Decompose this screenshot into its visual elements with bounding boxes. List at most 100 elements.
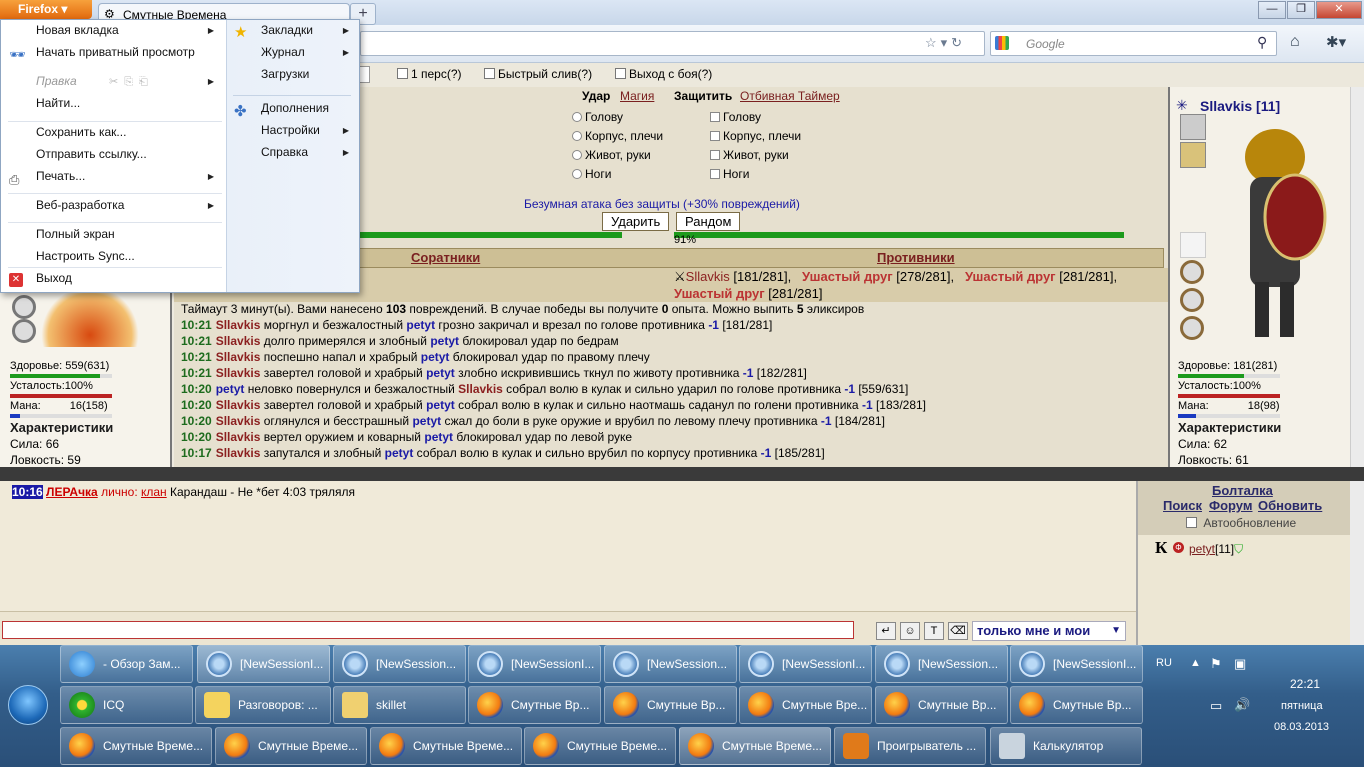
taskbar-button[interactable]: Смутные Вр... [604,686,737,724]
start-button[interactable] [8,685,48,725]
log-actor[interactable]: Sllavkis [216,398,261,412]
ring-icon[interactable] [12,319,36,343]
google-icon[interactable] [995,36,1009,50]
menu-item[interactable]: Начать приватный просмотр [36,45,222,65]
attack-zone-legs[interactable]: Ноги [572,165,663,184]
taskbar-button[interactable]: [NewSessionI... [468,645,601,683]
menu-item[interactable]: Справка ▶ [261,145,353,165]
option-exit-battle[interactable]: Выход с боя(?) [615,67,712,81]
taskbar-button[interactable]: skillet [333,686,466,724]
home-icon[interactable]: ⌂ [1290,33,1300,51]
attack-zone-belly[interactable]: Живот, руки [572,146,663,165]
firefox-menu-button[interactable]: Firefox ▾ [0,0,92,19]
log-target[interactable]: petyt [421,350,450,364]
menu-item[interactable]: Настроить Sync... [36,249,222,269]
bookmark-star-icon[interactable]: ☆▾↻ [925,35,966,51]
log-actor[interactable]: Sllavkis [216,366,261,380]
option-fast-drain[interactable]: Быстрый слив(?) [484,67,592,81]
log-target[interactable]: Sllavkis [458,382,503,396]
language-indicator[interactable]: RU [1156,657,1172,669]
random-button[interactable]: Рандом [676,212,741,231]
magic-link[interactable]: Магия [620,89,654,103]
chat-input[interactable] [2,621,854,639]
menu-item[interactable]: Выход [36,271,222,291]
ring-icon[interactable] [1180,288,1204,312]
search-link[interactable]: Поиск [1163,498,1202,513]
log-actor[interactable]: Sllavkis [216,414,261,428]
menu-item[interactable]: Полный экран [36,227,222,247]
taskbar-button[interactable]: [NewSessionI... [739,645,872,683]
hit-button[interactable]: Ударить [602,212,670,231]
fighter-name[interactable]: Ушастый друг [674,286,765,301]
close-window-button[interactable]: ✕ [1316,1,1362,19]
volume-icon[interactable]: 🔊 [1234,697,1250,713]
log-target[interactable]: petyt [430,334,459,348]
enemies-header[interactable]: Противники [877,250,955,265]
log-target[interactable]: petyt [424,430,453,444]
taskbar-button[interactable]: - Обзор Зам... [60,645,193,683]
chat-sender[interactable]: ЛЕРАчка [46,485,98,499]
chat-title-link[interactable]: Болталка [1212,483,1273,498]
log-target[interactable]: petyt [412,414,441,428]
battle-scrollbar[interactable] [1350,87,1364,467]
log-actor[interactable]: Sllavkis [216,350,261,364]
allies-header[interactable]: Соратники [411,250,480,265]
minimize-button[interactable]: — [1258,1,1286,19]
maximize-button[interactable]: ❐ [1287,1,1315,19]
taskbar-button[interactable]: [NewSessionI... [1010,645,1143,683]
attack-zone-head[interactable]: Голову [572,108,663,127]
taskbar-button[interactable]: Калькулятор [990,727,1142,765]
fighter-name[interactable]: Sllavkis [686,269,730,284]
menu-item[interactable]: Веб-разработка ▶ [36,198,222,218]
clear-icon[interactable]: ⌫ [948,622,968,640]
menu-item[interactable]: Новая вкладка ▶ [36,23,222,43]
defend-zone-legs[interactable]: Ноги [710,165,801,184]
auto-refresh-checkbox[interactable]: Автообновление [1186,516,1296,530]
menu-item[interactable]: Журнал ▶ [261,45,353,65]
log-target[interactable]: petyt [426,366,455,380]
taskbar-button[interactable]: Смутные Време... [370,727,522,765]
chat-filter-select[interactable]: только мне и мои ▼ [972,621,1126,641]
player-name[interactable]: Sllavkis [1200,98,1252,114]
clock-time[interactable]: 22:21 [1290,677,1320,691]
frame-divider[interactable] [0,467,1364,481]
forum-link[interactable]: Форум [1209,498,1252,513]
defend-zone-belly[interactable]: Живот, руки [710,146,801,165]
taskbar-button[interactable]: Разговоров: ... [195,686,331,724]
monitor-icon[interactable]: ▭ [1210,698,1222,714]
option-one-pers[interactable]: 1 перс(?) [397,67,462,81]
bookmarks-menu-icon[interactable]: ✱▾ [1326,33,1346,51]
menu-item[interactable]: Дополнения [261,101,353,121]
defend-zone-body[interactable]: Корпус, плечи [710,127,801,146]
fighter-name[interactable]: Ушастый друг [965,269,1056,284]
menu-item[interactable]: Печать... ▶ [36,169,222,189]
taskbar-button[interactable]: Смутные Време... [679,727,831,765]
log-target[interactable]: petyt [406,318,435,332]
log-actor[interactable]: Sllavkis [216,318,261,332]
search-icon[interactable]: ⚲ [1257,34,1267,51]
smile-icon[interactable]: ☺ [900,622,920,640]
taskbar-button[interactable]: Смутные Време... [215,727,367,765]
send-icon[interactable]: ↵ [876,622,896,640]
weapon-slot-icon[interactable] [1180,114,1206,140]
menu-item[interactable]: Сохранить как... [36,125,222,145]
url-bar[interactable] [360,31,985,56]
timer-link[interactable]: Отбивная Таймер [740,89,840,103]
taskbar-button[interactable]: Смутные Време... [524,727,676,765]
ring-icon[interactable] [1180,316,1204,340]
menu-item[interactable]: Найти... [36,96,222,116]
show-hidden-icons[interactable]: ▲ [1190,657,1201,669]
empty-slot[interactable] [1180,232,1206,258]
menu-item[interactable]: Отправить ссылку... [36,147,222,167]
taskbar-button[interactable]: Смутные Вр... [875,686,1008,724]
taskbar-button[interactable]: Смутные Вре... [739,686,872,724]
fighter-name[interactable]: Ушастый друг [802,269,893,284]
taskbar-button[interactable]: Смутные Вр... [468,686,601,724]
taskbar-button[interactable]: ICQ [60,686,193,724]
taskbar-button[interactable]: [NewSession... [333,645,466,683]
log-target[interactable]: petyt [385,446,414,460]
log-actor[interactable]: Sllavkis [216,446,261,460]
log-actor[interactable]: petyt [216,382,245,396]
taskbar-button[interactable]: [NewSessionI... [197,645,330,683]
online-user-link[interactable]: petyt [1189,542,1215,556]
